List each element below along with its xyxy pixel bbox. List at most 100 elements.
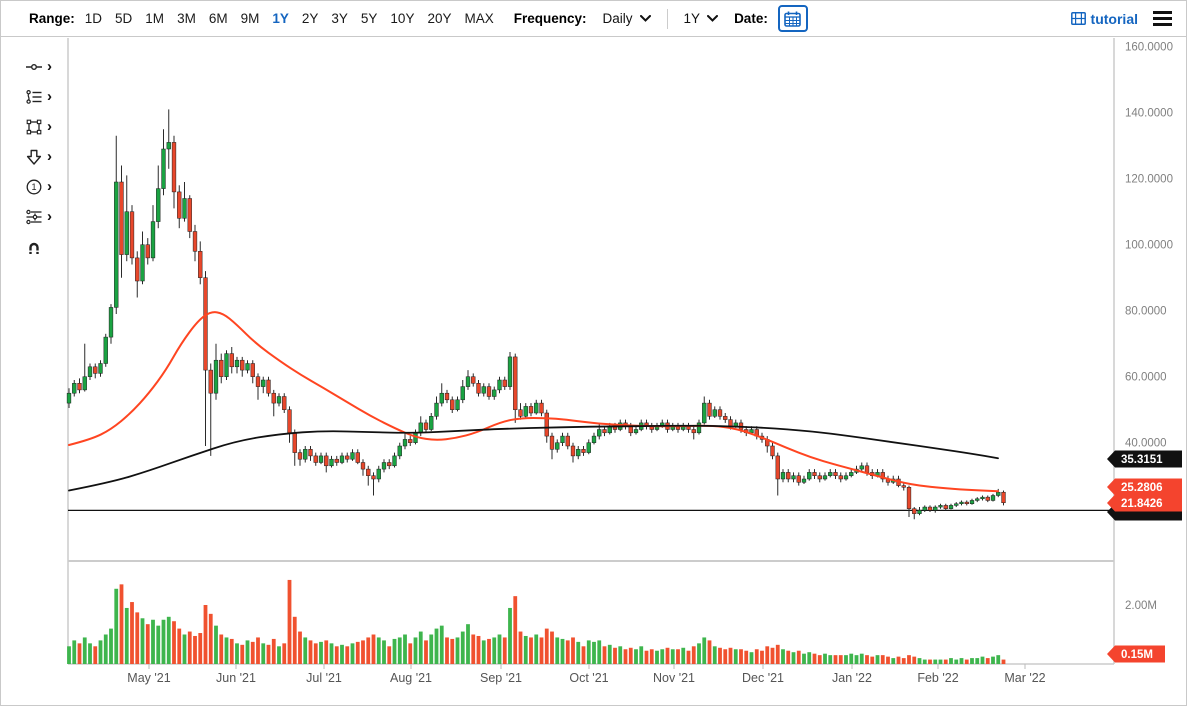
volume-bar	[886, 657, 890, 664]
volume-bar	[928, 660, 932, 664]
volume-bar	[849, 654, 853, 664]
candle-body	[219, 360, 223, 377]
candle-body	[403, 439, 407, 446]
volume-bar	[550, 632, 554, 664]
volume-bar	[891, 658, 895, 664]
volume-bar	[366, 637, 370, 664]
candle-body	[429, 416, 433, 429]
tutorial-link[interactable]: tutorial	[1071, 11, 1138, 27]
volume-bar	[944, 660, 948, 664]
volume-bar	[445, 637, 449, 664]
candle-body	[314, 456, 318, 463]
candle-body	[781, 472, 785, 479]
candle-body	[419, 423, 423, 433]
volume-bar	[639, 646, 643, 664]
volume-bar	[576, 642, 580, 664]
range-option-max[interactable]: MAX	[464, 11, 493, 26]
menu-icon[interactable]	[1153, 11, 1172, 26]
candle-body	[939, 505, 943, 507]
volume-bar	[177, 629, 181, 664]
candle-body	[839, 476, 843, 479]
candle-body	[99, 364, 103, 374]
shapes-tool[interactable]: ›	[25, 117, 52, 136]
candle-body	[634, 430, 638, 433]
candle-body	[981, 497, 985, 499]
volume-bar	[230, 639, 234, 664]
volume-bar	[503, 637, 507, 664]
chart-canvas[interactable]: 160.0000140.0000120.0000100.000080.00006…	[1, 1, 1187, 706]
price-axis-label: 100.0000	[1125, 240, 1173, 252]
arrow-tool[interactable]: ›	[25, 147, 52, 166]
range-option-5d[interactable]: 5D	[115, 11, 132, 26]
volume-bar	[650, 649, 654, 664]
volume-bar	[818, 655, 822, 664]
range-option-3y[interactable]: 3Y	[331, 11, 348, 26]
volume-bar	[167, 617, 171, 664]
volume-bar	[603, 646, 607, 664]
range-option-2y[interactable]: 2Y	[302, 11, 319, 26]
range-option-1m[interactable]: 1M	[145, 11, 164, 26]
candle-body	[424, 423, 428, 430]
range-option-10y[interactable]: 10Y	[390, 11, 414, 26]
candle-body	[319, 456, 323, 463]
magnet-tool[interactable]	[25, 237, 43, 256]
range-option-1y[interactable]: 1Y	[272, 11, 289, 26]
volume-bar	[881, 655, 885, 664]
indicator-tool[interactable]: ›	[25, 207, 52, 226]
candle-body	[550, 436, 554, 449]
range-option-5y[interactable]: 5Y	[361, 11, 378, 26]
ma-fast-badge-value: 25.2806	[1121, 482, 1163, 494]
volume-bar	[608, 645, 612, 664]
volume-bar	[209, 614, 213, 664]
fibonacci-tool[interactable]: ›	[25, 87, 52, 106]
range-option-1d[interactable]: 1D	[85, 11, 102, 26]
volume-bar	[172, 621, 176, 664]
volume-bar	[393, 639, 397, 664]
volume-bar	[629, 648, 633, 664]
calendar-button[interactable]	[778, 5, 808, 32]
annotation-number-tool[interactable]: 1 ›	[25, 177, 52, 196]
volume-bar	[960, 658, 964, 664]
candle-body	[393, 456, 397, 466]
volume-bar	[897, 657, 901, 664]
volume-bar	[319, 642, 323, 664]
candle-body	[540, 403, 544, 413]
volume-bar	[251, 642, 255, 664]
candle-body	[109, 307, 113, 337]
volume-bar	[219, 635, 223, 665]
candle-body	[361, 463, 365, 470]
candle-body	[146, 245, 150, 258]
candle-body	[93, 367, 97, 374]
range-option-9m[interactable]: 9M	[241, 11, 260, 26]
candle-body	[288, 410, 292, 433]
volume-bar	[403, 635, 407, 665]
volume-bar	[876, 655, 880, 664]
volume-bar	[781, 649, 785, 664]
duration-value: 1Y	[684, 11, 701, 26]
candle-body	[482, 387, 486, 394]
volume-bar	[949, 658, 953, 664]
duration-select[interactable]: 1Y	[684, 11, 719, 26]
chart-plot-area[interactable]	[68, 38, 1114, 664]
volume-bar	[372, 635, 376, 665]
candle-body	[807, 472, 811, 479]
volume-bar	[918, 658, 922, 664]
candle-body	[456, 400, 460, 410]
candle-body	[177, 192, 181, 218]
volume-bar	[760, 651, 764, 664]
volume-bar	[277, 646, 281, 664]
candle-body	[377, 469, 381, 479]
volume-bar	[561, 639, 565, 664]
x-axis-label: Jun '21	[216, 671, 256, 685]
range-option-3m[interactable]: 3M	[177, 11, 196, 26]
trendline-tool[interactable]: ›	[25, 57, 52, 76]
range-option-20y[interactable]: 20Y	[427, 11, 451, 26]
volume-bar	[204, 605, 208, 664]
range-option-6m[interactable]: 6M	[209, 11, 228, 26]
candle-body	[130, 212, 134, 258]
volume-bar	[78, 643, 82, 664]
candle-body	[592, 436, 596, 443]
frequency-select[interactable]: Daily	[603, 11, 651, 26]
candle-body	[786, 472, 790, 479]
volume-bar	[477, 636, 481, 664]
